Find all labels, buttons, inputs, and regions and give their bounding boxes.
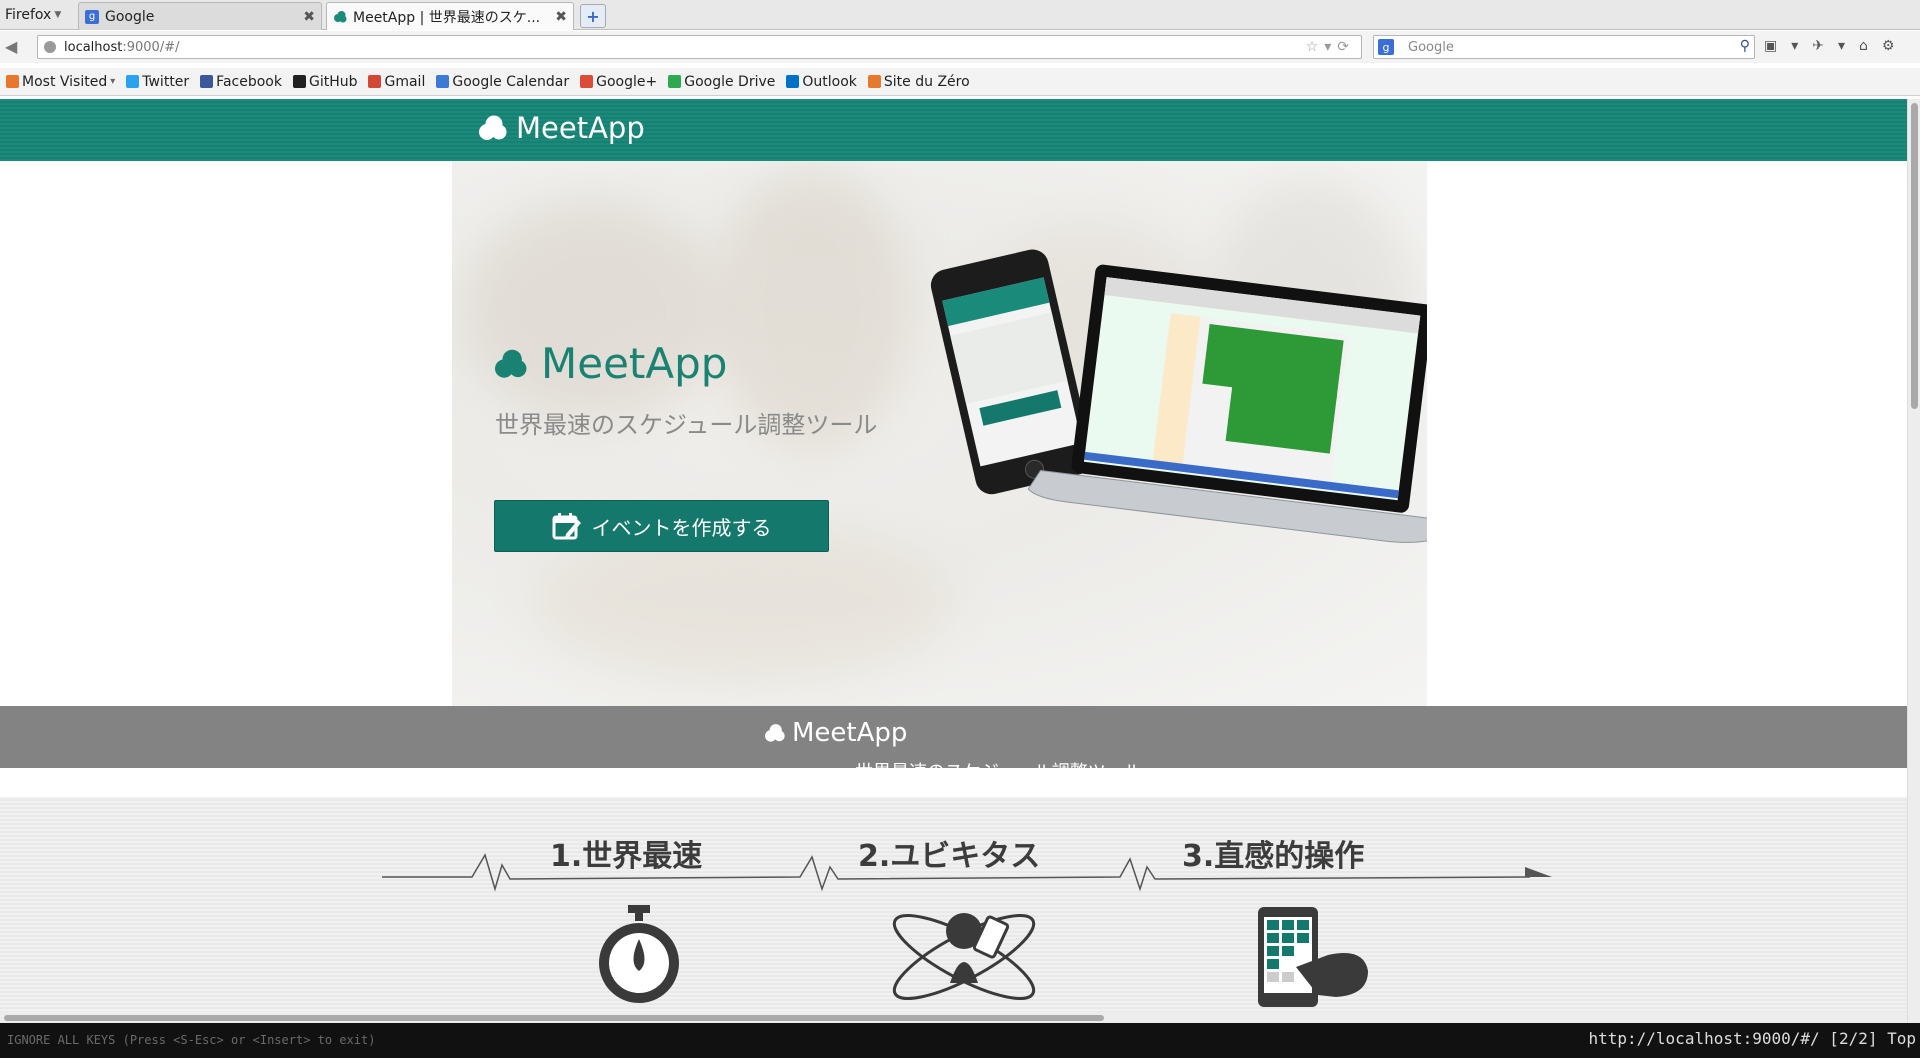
chevron-down-icon: ▾ [110,76,116,87]
bookmark-google-plus[interactable]: Google+ [580,74,657,90]
home-icon[interactable]: ⌂ [1859,38,1868,54]
vertical-scrollbar[interactable] [1907,99,1920,1023]
tab-google[interactable]: g Google ✖ [78,2,322,30]
bookmark-most-visited[interactable]: Most Visited ▾ [6,74,115,90]
bookmark-label: Most Visited [22,73,108,90]
calendar-icon [436,75,450,88]
devices-mockup-image [930,249,1427,543]
calendar-edit-icon [552,513,581,540]
bookmark-label: Facebook [216,73,282,90]
cloud-logo-icon [765,724,785,742]
outlook-icon [786,75,800,88]
bookmark-outlook[interactable]: Outlook [786,74,857,90]
google-plus-icon [580,75,594,88]
horizontal-scrollbar[interactable] [0,1012,1907,1023]
chevron-down-icon[interactable]: ▾ [1838,38,1845,54]
features-section: 1.世界最速 2.ユビキタス 3.直感的操作 [0,797,1907,1023]
cloud-logo-icon [479,115,507,140]
back-arrow-icon[interactable]: ◀ [5,37,25,57]
search-input[interactable]: Google [1408,40,1454,55]
bookmark-label: Google Calendar [452,73,570,90]
band-subtitle: 世界最速のスケジュール調整ツール [855,758,1142,768]
url-host: localhost [64,39,123,55]
github-icon [292,75,306,88]
tab-title: Google [105,8,155,25]
bookmark-label: Twitter [142,73,190,90]
stopwatch-icon [599,905,679,1003]
bookmark-label: Site du Zéro [883,73,970,90]
url-path: :9000/#/ [122,39,180,55]
firefox-menu-label: Firefox [5,7,52,23]
feature-title-speed: 1.世界最速 [550,839,703,874]
gmail-icon [368,75,382,88]
bookmark-label: Gmail [384,73,426,90]
search-bar[interactable]: g Google ⚲ [1373,35,1755,59]
bookmark-facebook[interactable]: Facebook [200,74,282,90]
globe-icon [44,41,56,53]
site-header: MeetApp [0,99,1907,161]
bookmark-star-icon[interactable]: ☆▾⟳ [1306,39,1355,55]
screenshot-icon[interactable]: ▣ [1764,38,1777,54]
close-tab-icon[interactable]: ✖ [555,9,567,25]
tab-title: MeetApp | 世界最速のスケ... [353,9,541,26]
tablet-touch-icon [1258,907,1368,1007]
drive-icon [668,75,682,88]
scrollbar-thumb[interactable] [4,1015,1104,1021]
bookmark-site-du-zero[interactable]: Site du Zéro [867,73,970,90]
chevron-down-icon[interactable]: ▾ [1791,38,1798,54]
bookmark-label: Google Drive [684,73,776,90]
band-brand: MeetApp [764,718,907,748]
sticky-brand-band: MeetApp 世界最速のスケジュール調整ツール [0,706,1907,768]
google-favicon-icon: g [85,9,99,24]
chevron-down-icon: ▼ [54,10,62,20]
meetapp-favicon-icon [333,10,347,24]
bookmark-drive[interactable]: Google Drive [668,74,775,90]
cloud-logo-icon [495,349,527,378]
status-mode-text: IGNORE ALL KEYS (Press <S-Esc> or <Inser… [7,1033,376,1047]
bookmark-github[interactable]: GitHub [292,73,358,90]
hero-subtitle: 世界最速のスケジュール調整ツール [495,411,878,439]
feature-title-intuitive: 3.直感的操作 [1182,839,1365,874]
hero-section: MeetApp 世界最速のスケジュール調整ツール イベントを作成する [452,161,1427,706]
scrollbar-thumb[interactable] [1911,103,1918,409]
vimperator-status-bar: IGNORE ALL KEYS (Press <S-Esc> or <Inser… [0,1023,1920,1058]
bookmark-twitter[interactable]: Twitter [126,74,189,90]
header-brand-text: MeetApp [516,111,645,145]
firefox-menu-button[interactable]: Firefox ▼ [5,5,61,25]
new-tab-button[interactable]: + [580,4,606,28]
url-bar[interactable]: localhost :9000/#/ ☆▾⟳ [37,35,1362,59]
toolbar-icons: ▣ ▾ ✈ ▾ ⌂ ⚙ [1764,38,1894,54]
bookmark-calendar[interactable]: Google Calendar [436,74,569,90]
tab-bar: Firefox ▼ g Google ✖ MeetApp | 世界最速のスケ..… [0,0,1920,30]
bookmark-label: Google+ [596,73,658,90]
create-event-label: イベントを作成する [591,515,772,540]
google-engine-icon[interactable]: g [1378,39,1394,55]
tab-meetapp[interactable]: MeetApp | 世界最速のスケ... ✖ [326,2,574,30]
twitter-icon [126,75,140,88]
most-visited-icon [6,75,19,88]
hero-title: MeetApp [493,339,727,388]
bookmarks-toolbar: Most Visited ▾ Twitter Facebook GitHub Gmail G… [0,68,1920,96]
bookmark-gmail[interactable]: Gmail [368,74,425,90]
header-brand[interactable]: MeetApp [478,111,645,145]
bookmark-label: Outlook [802,73,857,90]
feature-title-ubiquitous: 2.ユビキタス [858,839,1041,874]
site-du-zero-icon [867,75,881,88]
bookmark-label: GitHub [308,73,358,90]
facebook-icon [200,75,214,88]
close-tab-icon[interactable]: ✖ [303,9,315,25]
navigation-toolbar: ◀ localhost :9000/#/ ☆▾⟳ g Google ⚲ ▣ ▾ … [0,31,1920,63]
extension-icon[interactable]: ✈ [1812,38,1824,54]
page-viewport: MeetApp MeetApp 世界最速のスケジュール調整ツール イベントを作成… [0,99,1907,1023]
hero-background-image [462,201,722,421]
vimperator-icon[interactable]: ⚙ [1882,38,1895,54]
hero-title-text: MeetApp [541,339,728,388]
create-event-button[interactable]: イベントを作成する [494,500,829,552]
status-url-text: http://localhost:9000/#/ [2/2] Top [1588,1029,1916,1048]
search-icon[interactable]: ⚲ [1740,38,1750,54]
ubiquitous-atom-icon [892,913,1036,1000]
band-brand-text: MeetApp [792,718,908,748]
